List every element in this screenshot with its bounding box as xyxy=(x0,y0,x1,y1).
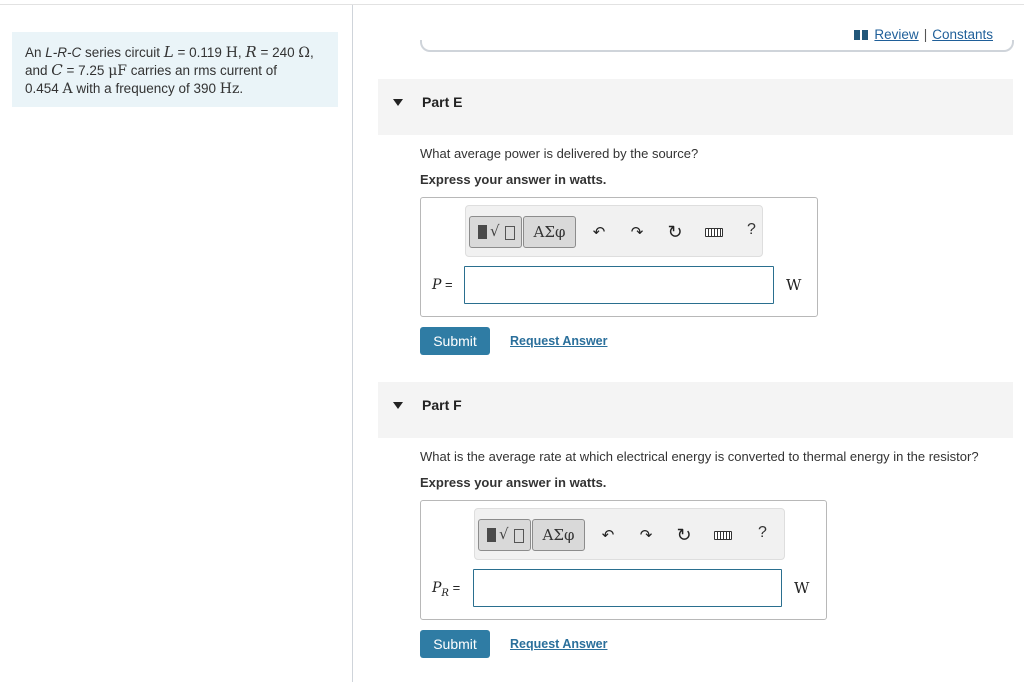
frequency-unit: Hz xyxy=(219,81,240,97)
radical-icon: √ xyxy=(490,222,500,240)
request-answer-link[interactable]: Request Answer xyxy=(510,334,607,348)
variable-label: PR = xyxy=(432,580,460,599)
top-border xyxy=(0,4,1024,5)
problem-text: carries an rms current of xyxy=(127,63,278,78)
variable-symbol: P xyxy=(432,277,442,293)
inductance-value: = 0.119 xyxy=(173,45,226,60)
answer-box: √ ΑΣφ ↶ ↷ ↻ ? PR = W xyxy=(420,500,827,620)
answer-hint: Express your answer in watts. xyxy=(420,475,607,490)
capacitance-symbol: C xyxy=(51,61,63,79)
answer-hint: Express your answer in watts. xyxy=(420,172,607,187)
equals-sign: = xyxy=(448,580,461,595)
keyboard-icon[interactable] xyxy=(705,228,723,237)
unit-label: W xyxy=(786,276,802,294)
resistance-value: = 240 xyxy=(256,45,299,60)
templates-button[interactable]: √ xyxy=(469,216,522,248)
part-title: Part F xyxy=(422,397,462,413)
variable-subscript: R xyxy=(441,587,449,599)
keyboard-icon[interactable] xyxy=(714,531,732,540)
undo-icon[interactable]: ↶ xyxy=(599,525,617,545)
math-toolbar: √ ΑΣφ ↶ ↷ ↻ ? xyxy=(474,508,785,560)
help-icon[interactable]: ? xyxy=(758,524,767,542)
template-box-icon xyxy=(505,226,515,240)
templates-button[interactable]: √ xyxy=(478,519,531,551)
unit-label: W xyxy=(794,579,810,597)
answer-box: √ ΑΣφ ↶ ↷ ↻ ? P = W xyxy=(420,197,818,317)
reset-icon[interactable]: ↻ xyxy=(675,525,693,545)
submit-button[interactable]: Submit xyxy=(420,630,490,658)
collapse-triangle-icon[interactable] xyxy=(393,99,403,106)
part-e-header[interactable]: Part E xyxy=(378,79,1013,135)
circuit-type: L-R-C xyxy=(45,45,82,60)
request-answer-link[interactable]: Request Answer xyxy=(510,637,607,651)
question-text: What is the average rate at which electr… xyxy=(420,449,979,464)
collapse-triangle-icon[interactable] xyxy=(393,402,403,409)
problem-statement: An L-R-C series circuit L = 0.119 H, R =… xyxy=(12,32,338,107)
panel-divider xyxy=(352,5,353,682)
current-value: 0.454 xyxy=(25,81,63,96)
problem-text: An xyxy=(25,45,46,60)
submit-button[interactable]: Submit xyxy=(420,327,490,355)
part-f-header[interactable]: Part F xyxy=(378,382,1013,438)
problem-text: . xyxy=(239,81,244,96)
template-box-icon xyxy=(514,529,524,543)
part-title: Part E xyxy=(422,94,463,110)
capacitance-value: = 7.25 xyxy=(62,63,109,78)
variable-label: P = xyxy=(432,277,453,296)
redo-icon[interactable]: ↷ xyxy=(637,525,655,545)
problem-text: and xyxy=(25,63,52,78)
problem-text: , xyxy=(310,45,314,60)
question-text: What average power is delivered by the s… xyxy=(420,146,699,161)
current-unit: A xyxy=(62,81,73,97)
help-icon[interactable]: ? xyxy=(747,221,756,239)
resistance-symbol: R xyxy=(245,43,257,61)
capacitance-unit: μF xyxy=(108,63,127,79)
book-icon xyxy=(854,29,869,40)
math-toolbar: √ ΑΣφ ↶ ↷ ↻ ? xyxy=(465,205,763,257)
reset-icon[interactable]: ↻ xyxy=(666,222,684,242)
greek-symbols-button[interactable]: ΑΣφ xyxy=(532,519,585,551)
inductance-unit: H xyxy=(225,45,238,61)
undo-icon[interactable]: ↶ xyxy=(590,222,608,242)
problem-text: series circuit xyxy=(81,45,164,60)
template-block-icon xyxy=(478,225,487,239)
equals-sign: = xyxy=(441,277,453,292)
greek-symbols-button[interactable]: ΑΣφ xyxy=(523,216,576,248)
variable-symbol: P xyxy=(432,580,442,596)
redo-icon[interactable]: ↷ xyxy=(628,222,646,242)
previous-part-box xyxy=(420,40,1014,52)
answer-input[interactable] xyxy=(473,569,782,607)
resistance-unit: Ω xyxy=(298,45,310,61)
answer-input[interactable] xyxy=(464,266,774,304)
radical-icon: √ xyxy=(499,525,509,543)
inductance-symbol: L xyxy=(163,43,174,61)
template-block-icon xyxy=(487,528,496,542)
problem-text: with a frequency of 390 xyxy=(72,81,220,96)
